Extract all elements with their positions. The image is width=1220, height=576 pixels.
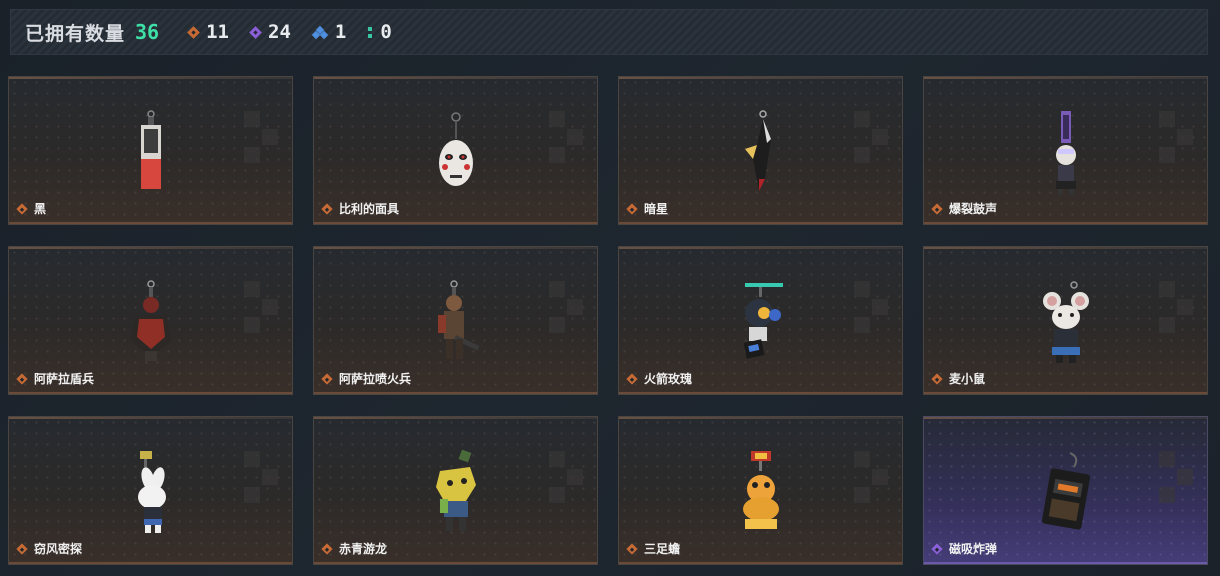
- item-name: 阿萨拉喷火兵: [321, 370, 412, 387]
- item-name-text: 比利的面具: [339, 202, 400, 216]
- owned-count-label: 已拥有数量: [25, 23, 126, 45]
- mouse-figure-icon: [1042, 281, 1089, 363]
- owned-count-total: 36: [135, 20, 160, 44]
- item-card[interactable]: 暗星: [618, 76, 903, 225]
- item-name: 火箭玫瑰: [626, 370, 693, 387]
- item-name: 暗星: [626, 200, 669, 217]
- item-card[interactable]: 比利的面具: [313, 76, 598, 225]
- card-decoration: [244, 451, 280, 505]
- orange-rarity-icon: [626, 372, 638, 385]
- card-decoration: [1159, 451, 1195, 505]
- blue-triangle-icon: [311, 25, 329, 40]
- flamethrower-soldier-figure-icon: [437, 280, 480, 359]
- card-decoration: [854, 451, 890, 505]
- three-legged-toad-figure-icon: [742, 451, 779, 529]
- item-name: 爆裂鼓声: [931, 200, 998, 217]
- green-dots-icon: [368, 26, 373, 38]
- purple-rarity-icon: [931, 542, 943, 555]
- item-name: 三足蟾: [626, 540, 681, 557]
- item-card[interactable]: 三足蟾: [618, 416, 903, 565]
- item-name-text: 窃风密探: [34, 542, 83, 556]
- item-name-text: 磁吸炸弹: [949, 542, 998, 556]
- item-name: 比利的面具: [321, 200, 400, 217]
- item-name-text: 黑: [34, 202, 47, 216]
- card-keychain-icon: [140, 110, 161, 189]
- item-name: 赤青游龙: [321, 540, 388, 557]
- orange-rarity-icon: [931, 202, 943, 215]
- stat-green-value: 0: [380, 21, 392, 43]
- card-decoration: [244, 281, 280, 335]
- card-decoration: [244, 111, 280, 165]
- item-name: 麦小鼠: [931, 370, 986, 387]
- orange-rarity-icon: [321, 372, 333, 385]
- orange-rarity-icon: [16, 542, 28, 555]
- item-name-text: 火箭玫瑰: [644, 372, 693, 386]
- item-card[interactable]: 火箭玫瑰: [618, 246, 903, 395]
- item-name-text: 阿萨拉喷火兵: [339, 372, 412, 386]
- dragon-figure-icon: [435, 449, 476, 531]
- item-card[interactable]: 赤青游龙: [313, 416, 598, 565]
- stat-orange-value: 11: [206, 21, 229, 43]
- dark-star-keychain-icon: [744, 110, 771, 191]
- item-name-text: 麦小鼠: [949, 372, 986, 386]
- card-decoration: [549, 451, 585, 505]
- card-decoration: [854, 281, 890, 335]
- item-name: 黑: [16, 200, 47, 217]
- purple-diamond-icon: [249, 25, 262, 39]
- card-decoration: [549, 111, 585, 165]
- rocket-rose-figure-icon: [743, 283, 783, 359]
- stat-purple: 24: [249, 21, 291, 43]
- item-name-text: 三足蟾: [644, 542, 681, 556]
- orange-rarity-icon: [16, 372, 28, 385]
- item-name-text: 阿萨拉盾兵: [34, 372, 95, 386]
- item-name: 窃风密探: [16, 540, 83, 557]
- stat-blue: 1: [311, 21, 347, 43]
- stat-green: 0: [368, 21, 392, 43]
- rabbit-spy-figure-icon: [137, 451, 166, 533]
- orange-rarity-icon: [626, 542, 638, 555]
- orange-rarity-icon: [626, 202, 638, 215]
- owned-count-bar: 已拥有数量 36 11 24 1 0: [10, 9, 1208, 55]
- shield-soldier-figure-icon: [130, 280, 171, 361]
- billy-mask-icon: [438, 112, 473, 186]
- stat-blue-value: 1: [334, 21, 347, 43]
- orange-rarity-icon: [321, 542, 333, 555]
- item-name-text: 赤青游龙: [339, 542, 388, 556]
- stat-purple-value: 24: [268, 21, 291, 43]
- orange-rarity-icon: [321, 202, 333, 215]
- item-card[interactable]: 窃风密探: [8, 416, 293, 565]
- item-card[interactable]: 阿萨拉喷火兵: [313, 246, 598, 395]
- orange-rarity-icon: [931, 372, 943, 385]
- item-card[interactable]: 黑: [8, 76, 293, 225]
- item-card[interactable]: 麦小鼠: [923, 246, 1208, 395]
- item-card[interactable]: 爆裂鼓声: [923, 76, 1208, 225]
- orange-diamond-icon: [187, 25, 200, 39]
- card-decoration: [1159, 111, 1195, 165]
- orange-rarity-icon: [16, 202, 28, 215]
- card-decoration: [854, 111, 890, 165]
- item-name: 磁吸炸弹: [931, 540, 998, 557]
- card-decoration: [549, 281, 585, 335]
- stat-orange: 11: [187, 21, 229, 43]
- magnetic-bomb-icon: [1041, 452, 1090, 530]
- item-name-text: 爆裂鼓声: [949, 202, 998, 216]
- item-card[interactable]: 磁吸炸弹: [923, 416, 1208, 565]
- item-name: 阿萨拉盾兵: [16, 370, 95, 387]
- drummer-figure-icon: [1055, 111, 1076, 195]
- item-card[interactable]: 阿萨拉盾兵: [8, 246, 293, 395]
- card-decoration: [1159, 281, 1195, 335]
- item-name-text: 暗星: [644, 202, 669, 216]
